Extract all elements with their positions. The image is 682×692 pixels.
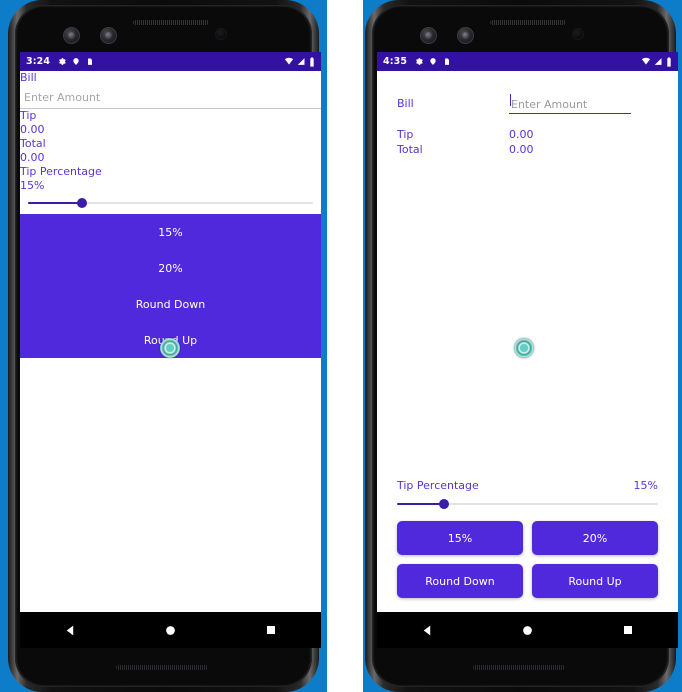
right-touch-indicator bbox=[514, 338, 534, 358]
left-phone-earpiece-speaker bbox=[133, 20, 209, 25]
clipboard-icon bbox=[443, 57, 451, 66]
left-tip-label: Tip bbox=[20, 109, 37, 122]
right-total-label: Total bbox=[397, 143, 423, 156]
gear-icon bbox=[414, 57, 423, 66]
right-phone-device: 4:35 Bill Enter Amount Tip 0.00 Total 0.… bbox=[365, 0, 678, 692]
left-status-bar: 3:24 bbox=[20, 52, 321, 71]
left-bill-label: Bill bbox=[20, 71, 37, 84]
left-button-stack: 15% 20% Round Down Round Up bbox=[20, 214, 321, 358]
right-tip-percentage-value: 15% bbox=[633, 479, 658, 492]
location-icon bbox=[72, 57, 80, 66]
wifi-icon bbox=[284, 57, 294, 66]
screenshot-stage: 3:24 Bill Enter Amount Tip 0.00 Total 0.… bbox=[0, 0, 682, 692]
recents-icon[interactable] bbox=[622, 624, 634, 636]
right-navigation-bar bbox=[377, 612, 678, 648]
location-icon bbox=[429, 57, 437, 66]
right-round-down-button[interactable]: Round Down bbox=[397, 564, 523, 598]
right-phone-bottom-grille bbox=[473, 665, 565, 670]
left-tip-percentage-label: Tip Percentage bbox=[20, 165, 102, 178]
right-tip-20-button[interactable]: 20% bbox=[532, 521, 658, 555]
right-slider-thumb[interactable] bbox=[438, 499, 449, 509]
left-phone-camera-dot bbox=[215, 28, 227, 40]
left-amount-input[interactable] bbox=[20, 85, 321, 109]
right-phone-proximity-sensor bbox=[420, 27, 437, 44]
left-phone-front-camera-lens bbox=[100, 27, 117, 44]
left-tip-percentage-slider[interactable] bbox=[28, 196, 313, 210]
clipboard-icon bbox=[86, 57, 94, 66]
right-status-right-icons bbox=[641, 56, 672, 67]
right-total-row: Total 0.00 bbox=[397, 143, 658, 156]
battery-icon bbox=[666, 56, 672, 67]
recents-icon[interactable] bbox=[265, 624, 277, 636]
right-amount-field-wrap bbox=[509, 93, 631, 114]
left-tip-value: 0.00 bbox=[20, 123, 45, 136]
left-phone-bottom-grille bbox=[116, 665, 208, 670]
right-tip-percentage-slider[interactable] bbox=[397, 497, 658, 511]
right-slider-fill bbox=[397, 503, 444, 505]
home-icon[interactable] bbox=[164, 624, 177, 637]
right-tip-15-button[interactable]: 15% bbox=[397, 521, 523, 555]
right-amount-input[interactable] bbox=[509, 97, 631, 114]
back-icon[interactable] bbox=[421, 624, 434, 637]
right-bill-label: Bill bbox=[397, 97, 414, 110]
right-flex-spacer bbox=[397, 158, 658, 479]
left-tip-percentage-value: 15% bbox=[20, 179, 45, 192]
left-total-label: Total bbox=[20, 137, 46, 150]
right-total-value: 0.00 bbox=[509, 143, 534, 156]
left-total-value: 0.00 bbox=[20, 151, 45, 164]
right-status-bar: 4:35 bbox=[377, 52, 678, 71]
left-status-time: 3:24 bbox=[26, 56, 51, 67]
right-tip-percentage-header: Tip Percentage 15% bbox=[397, 479, 658, 493]
right-status-left-icons bbox=[414, 57, 641, 66]
right-tip-value: 0.00 bbox=[509, 128, 534, 141]
right-round-up-button[interactable]: Round Up bbox=[532, 564, 658, 598]
left-tip-15-button[interactable]: 15% bbox=[20, 214, 321, 250]
right-phone-screen: 4:35 Bill Enter Amount Tip 0.00 Total 0.… bbox=[377, 52, 678, 612]
left-touch-indicator bbox=[160, 338, 180, 358]
left-phone-proximity-sensor bbox=[63, 27, 80, 44]
wifi-icon bbox=[641, 57, 651, 66]
right-tip-row: Tip 0.00 bbox=[397, 128, 658, 141]
left-status-left-icons bbox=[57, 57, 284, 66]
right-status-time: 4:35 bbox=[383, 56, 408, 67]
right-tip-label: Tip bbox=[397, 128, 414, 141]
left-tip-20-button[interactable]: 20% bbox=[20, 250, 321, 286]
left-phone-device: 3:24 Bill Enter Amount Tip 0.00 Total 0.… bbox=[8, 0, 321, 692]
left-slider-thumb[interactable] bbox=[77, 198, 88, 208]
right-phone-earpiece-speaker bbox=[490, 20, 566, 25]
device-gap-background bbox=[327, 0, 363, 692]
left-phone-screen: 3:24 Bill Enter Amount Tip 0.00 Total 0.… bbox=[20, 52, 321, 612]
right-phone-front-camera-lens bbox=[457, 27, 474, 44]
left-navigation-bar bbox=[20, 612, 321, 648]
right-tip-percentage-label: Tip Percentage bbox=[397, 479, 479, 492]
right-bill-row: Bill bbox=[397, 93, 658, 114]
battery-icon bbox=[309, 56, 315, 67]
gear-icon bbox=[57, 57, 66, 66]
cellular-signal-icon bbox=[654, 57, 663, 66]
text-cursor-icon bbox=[510, 94, 511, 106]
right-button-grid: 15% 20% Round Down Round Up bbox=[397, 521, 658, 598]
home-icon[interactable] bbox=[521, 624, 534, 637]
left-slider-container bbox=[20, 193, 321, 214]
right-phone-camera-dot bbox=[572, 28, 584, 40]
left-status-right-icons bbox=[284, 56, 315, 67]
back-icon[interactable] bbox=[64, 624, 77, 637]
cellular-signal-icon bbox=[297, 57, 306, 66]
left-round-down-button[interactable]: Round Down bbox=[20, 286, 321, 322]
left-slider-fill bbox=[28, 202, 83, 204]
